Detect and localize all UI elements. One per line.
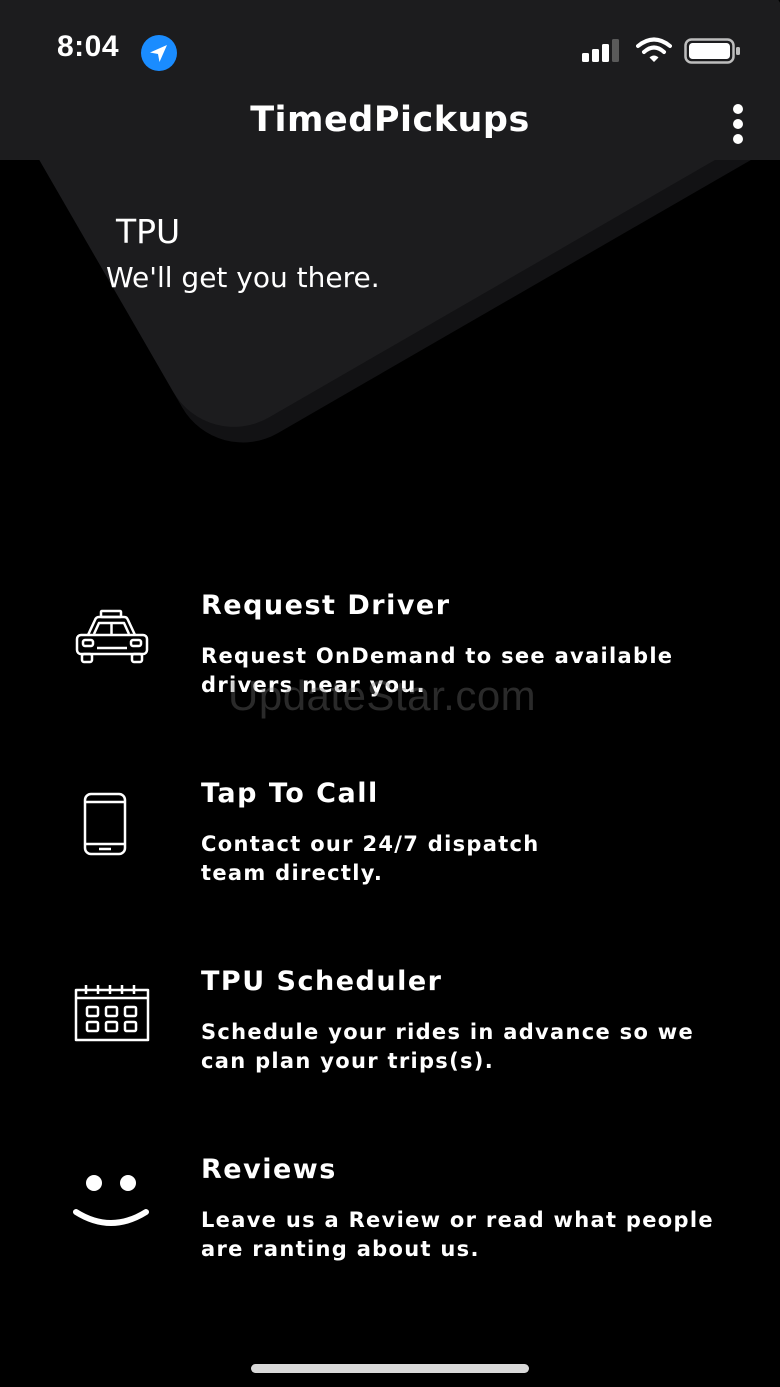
more-dots-icon-dot [733,119,743,129]
menu-item-reviews[interactable]: Reviews Leave us a Review or read what p… [0,1154,780,1304]
menu-item-description: Leave us a Review or read what people ar… [201,1208,714,1261]
menu-item-tap-to-call[interactable]: Tap To Call Contact our 24/7 dispatch te… [0,778,780,928]
location-arrow-icon [141,35,177,71]
app-title: TimedPickups [250,100,530,140]
battery-icon [684,38,740,64]
menu-item-title: Tap To Call [201,778,379,809]
menu-item-description: Schedule your rides in advance so we can… [201,1020,695,1073]
phone-icon [68,778,158,868]
car-icon [68,590,158,680]
more-dots-icon [733,104,743,114]
menu-item-tpu-scheduler[interactable]: TPU Scheduler Schedule your rides in adv… [0,966,780,1116]
menu-item-title: TPU Scheduler [201,966,443,997]
hero-title: TPU [116,212,181,251]
smiley-icon [68,1154,158,1244]
cellular-signal-icon [582,39,619,62]
menu-item-description: Contact our 24/7 dispatch team directly. [201,832,540,885]
status-bar: 8:04 [0,0,780,90]
watermark: UpdateStar.com [228,672,537,719]
hero-subtitle: We'll get you there. [106,261,380,294]
wifi-icon [636,37,672,62]
status-time: 8:04 [57,30,120,63]
home-indicator[interactable] [251,1364,529,1373]
calendar-icon [68,966,158,1056]
menu-item-title: Reviews [201,1154,337,1185]
more-dots-icon-dot [733,134,743,144]
more-options-button[interactable] [720,102,756,146]
menu-item-title: Request Driver [201,590,451,621]
